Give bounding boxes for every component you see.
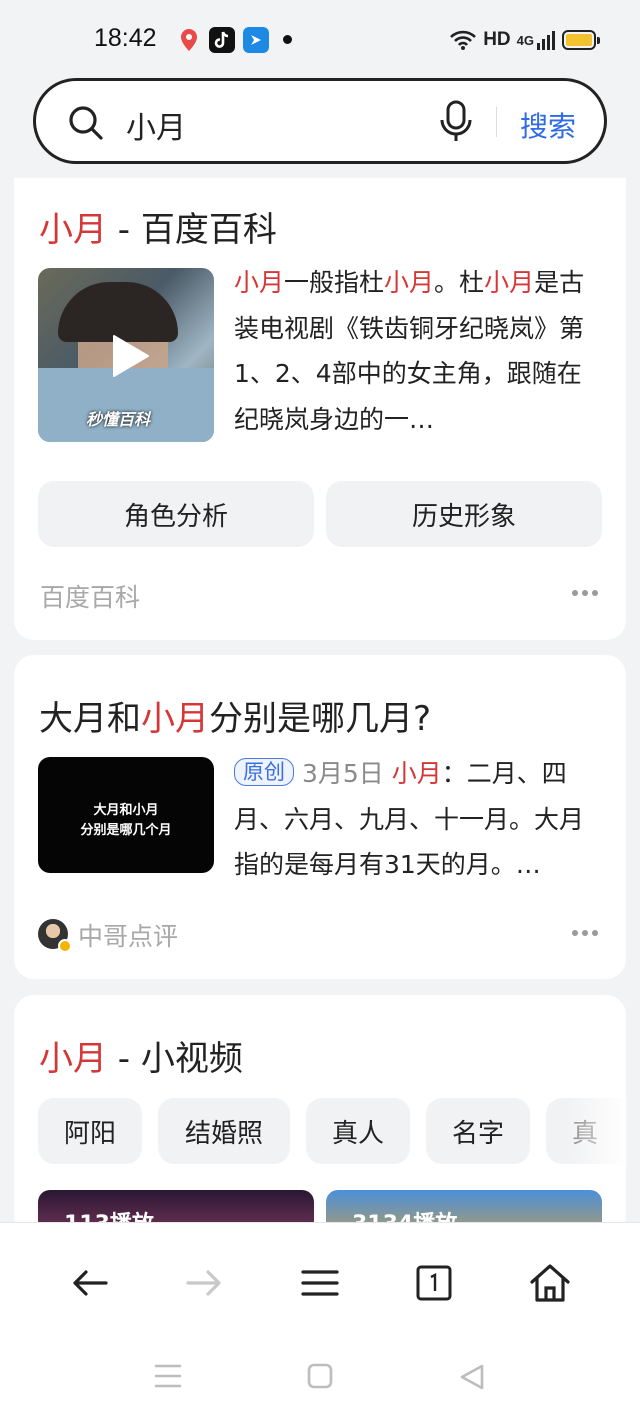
- baike-result-card[interactable]: 小月 - 百度百科 秒懂百科 小月一般指杜小月。杜小月是古装电视剧《铁齿铜牙纪晓…: [14, 178, 626, 640]
- result-title[interactable]: 小月 - 百度百科: [39, 202, 277, 251]
- result-source[interactable]: 百度百科: [40, 578, 140, 614]
- original-badge: 原创: [234, 758, 294, 786]
- thumbnail-caption-line: 大月和小月: [93, 803, 159, 818]
- network-type: 4G: [516, 32, 534, 48]
- more-options-icon[interactable]: [572, 930, 598, 936]
- wifi-icon: [450, 30, 477, 50]
- result-snippet: 小月一般指杜小月。杜小月是古装电视剧《铁齿铜牙纪晓岚》第1、2、4部中的女主角，…: [234, 268, 585, 434]
- search-button[interactable]: 搜索: [520, 105, 576, 145]
- forward-arrow-icon: [186, 1270, 221, 1296]
- tabs-button[interactable]: [404, 1253, 464, 1313]
- search-icon: [69, 106, 103, 140]
- maps-app-icon: [176, 27, 202, 53]
- home-button[interactable]: [520, 1253, 580, 1313]
- video-thumbnail[interactable]: 大月和小月 分别是哪几个月: [38, 757, 214, 873]
- search-divider: [496, 107, 497, 137]
- tabs-icon: [416, 1265, 452, 1301]
- menu-icon: [301, 1270, 339, 1296]
- chip-historical-image[interactable]: 历史形象: [326, 481, 602, 547]
- short-video-card[interactable]: 小月 - 小视频 阿阳 结婚照 真人 名字 真 113播放 3134播放: [14, 995, 626, 1235]
- system-home-icon[interactable]: [307, 1363, 333, 1389]
- back-button[interactable]: [60, 1253, 120, 1313]
- status-bar: 18:42 HD 4G: [0, 0, 640, 76]
- author-name[interactable]: 中哥点评: [78, 917, 178, 953]
- system-recents-icon[interactable]: [154, 1363, 182, 1389]
- play-icon[interactable]: [110, 334, 150, 378]
- result-title[interactable]: 小月 - 小视频: [39, 1031, 243, 1080]
- chip-more[interactable]: 真: [546, 1098, 626, 1164]
- thumbnail-caption-line: 分别是哪几个月: [80, 823, 172, 838]
- home-icon: [530, 1264, 570, 1302]
- chip-role-analysis[interactable]: 角色分析: [38, 481, 314, 547]
- hd-label: HD: [483, 29, 511, 50]
- system-back-icon[interactable]: [458, 1363, 486, 1391]
- arrow-app-icon: [243, 27, 269, 53]
- menu-button[interactable]: [290, 1253, 350, 1313]
- tiktok-app-icon: [209, 27, 235, 53]
- chip-wedding-photo[interactable]: 结婚照: [158, 1098, 290, 1164]
- notification-dot: [283, 35, 292, 44]
- more-options-icon[interactable]: [572, 590, 598, 596]
- article-result-card[interactable]: 大月和小月分别是哪几月? 大月和小月 分别是哪几个月 原创 3月5日 小月：二月…: [14, 655, 626, 979]
- status-time: 18:42: [94, 24, 157, 52]
- search-bar[interactable]: 小月 搜索: [33, 78, 607, 164]
- result-snippet: 原创 3月5日 小月：二月、四月、六月、九月、十一月。大月指的是每月有31天的月…: [234, 758, 585, 879]
- bottom-navigation: [0, 1222, 640, 1422]
- author-avatar[interactable]: [38, 919, 72, 953]
- chip-ayang[interactable]: 阿阳: [38, 1098, 142, 1164]
- chip-real-person[interactable]: 真人: [306, 1098, 410, 1164]
- back-arrow-icon: [73, 1270, 108, 1296]
- video-thumbnail[interactable]: 秒懂百科: [38, 268, 214, 442]
- chip-name[interactable]: 名字: [426, 1098, 530, 1164]
- battery-icon: [562, 30, 600, 50]
- search-input[interactable]: 小月: [126, 103, 186, 147]
- result-title[interactable]: 大月和小月分别是哪几月?: [39, 691, 431, 740]
- status-indicators: HD 4G: [449, 26, 600, 54]
- signal-icon: [537, 31, 555, 50]
- forward-button[interactable]: [174, 1253, 234, 1313]
- microphone-icon[interactable]: [436, 99, 476, 145]
- video-watermark: 秒懂百科: [86, 410, 151, 429]
- publish-date: 3月5日: [301, 759, 384, 788]
